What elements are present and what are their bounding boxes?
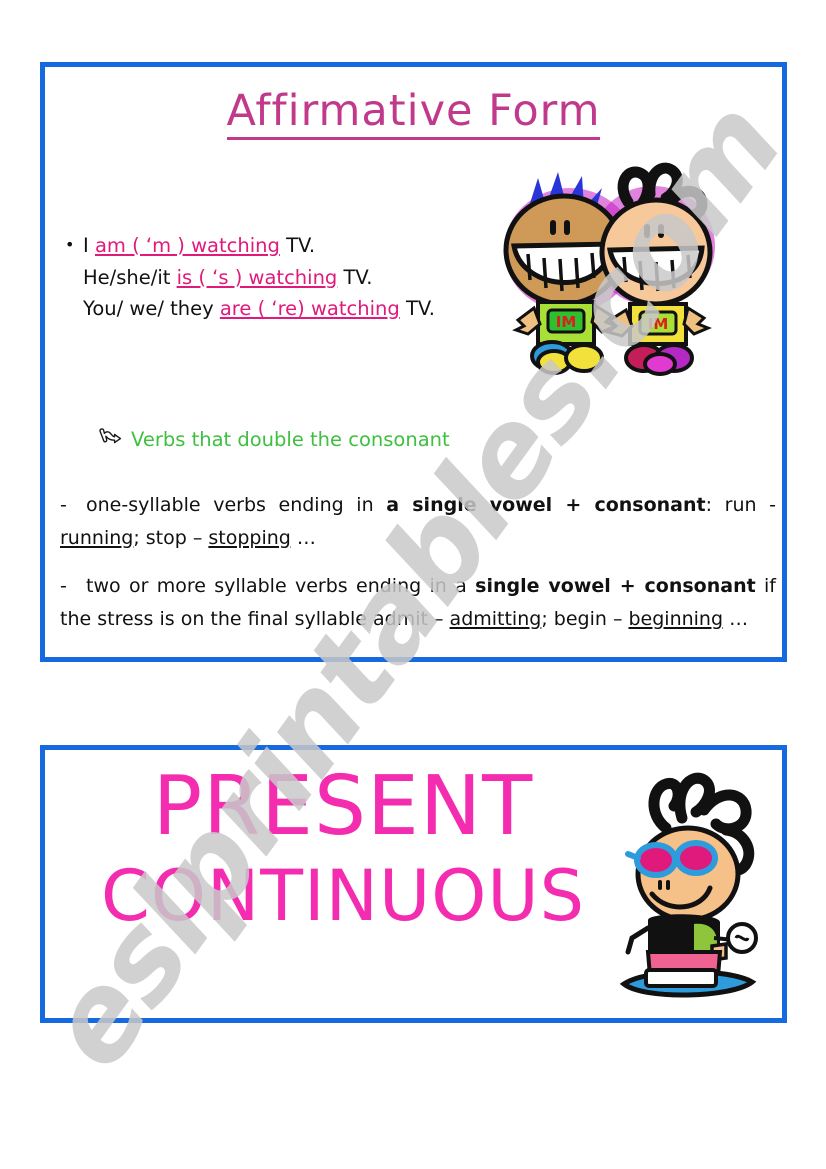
rule-part-bold: a single vowel + consonant xyxy=(386,494,706,516)
sentence-highlight: are ( ‘re) watching xyxy=(219,297,400,321)
page-title-text: Affirmative Form xyxy=(226,88,601,141)
rule-one-syllable: - one-syllable verbs ending in a single v… xyxy=(60,489,776,554)
sentence-prefix: I xyxy=(83,234,95,257)
sentence-prefix: You/ we/ they xyxy=(83,297,220,321)
rule-part-underline: running xyxy=(60,526,134,549)
sentence-suffix: TV. xyxy=(279,234,316,257)
sentence-highlight: am ( ‘m ) watching xyxy=(94,234,280,257)
rule-part: ; stop – xyxy=(133,526,209,549)
rule-text: one-syllable verbs ending in a single vo… xyxy=(60,494,776,549)
rule-part: one-syllable verbs ending in xyxy=(86,494,387,516)
rule-part: ; begin – xyxy=(541,608,629,631)
banner-title: PRESENT CONTINUOUS xyxy=(63,759,623,937)
list-item: • I am ( ‘m ) watching TV. xyxy=(65,230,545,262)
spelling-rules: - one-syllable verbs ending in a single v… xyxy=(60,489,776,652)
skateboarding-kid-illustration xyxy=(608,762,770,1002)
bullet-icon: • xyxy=(65,235,75,254)
sentence-highlight: is ( ‘s ) watching xyxy=(176,265,338,289)
rule-part-underline: beginning xyxy=(628,608,724,631)
rule-part: … xyxy=(723,608,749,631)
rule-part-underline: admitting xyxy=(449,608,542,631)
banner-line-present: PRESENT xyxy=(152,759,534,854)
sentence-suffix: TV. xyxy=(399,297,435,321)
banner-line-continuous: CONTINUOUS xyxy=(100,854,586,937)
pointing-hand-icon xyxy=(97,427,131,454)
list-item: You/ we/ they are ( ‘re) watching TV. xyxy=(65,293,545,325)
rule-dash: - xyxy=(60,575,67,598)
rule-part-bold: single vowel + consonant xyxy=(475,575,756,598)
rule-text: two or more syllable verbs ending in a s… xyxy=(60,575,776,630)
list-item: He/she/it is ( ‘s ) watching TV. xyxy=(65,262,545,294)
page-title: Affirmative Form xyxy=(45,88,782,141)
rule-multi-syllable: - two or more syllable verbs ending in a … xyxy=(60,570,776,635)
rule-part: two or more syllable verbs ending in a xyxy=(86,575,476,598)
svg-text:IM: IM xyxy=(556,313,577,331)
example-sentences: • I am ( ‘m ) watching TV. He/she/it is (… xyxy=(65,230,545,325)
worksheet-page: Affirmative Form • I am ( ‘m ) watching T… xyxy=(0,0,826,1169)
sentence-prefix: He/she/it xyxy=(83,265,177,289)
sentence-suffix: TV. xyxy=(337,265,373,289)
rule-part: : run - xyxy=(705,494,776,516)
rule-part-underline: stopping xyxy=(208,526,291,549)
section-heading-text: Verbs that double the consonant xyxy=(131,428,450,451)
section-heading: Verbs that double the consonant xyxy=(97,427,450,454)
svg-text:IM: IM xyxy=(648,315,669,333)
rule-part: … xyxy=(290,526,316,549)
rule-dash: - xyxy=(60,494,67,516)
two-smiling-kids-illustration: IM IM xyxy=(498,158,728,383)
